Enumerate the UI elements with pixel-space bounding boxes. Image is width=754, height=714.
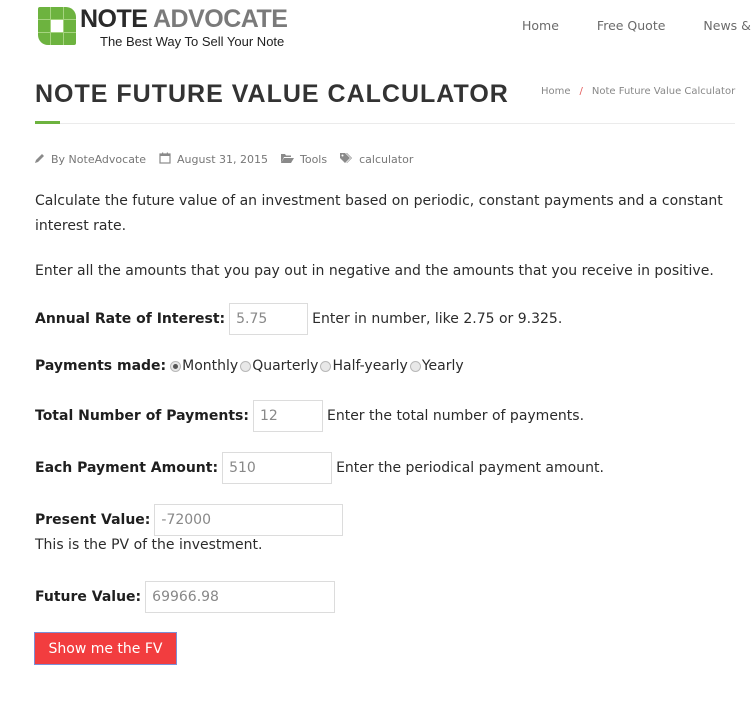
nav-item-free-quote[interactable]: Free Quote bbox=[597, 18, 666, 33]
payments-made-row: Payments made: Monthly Quarterly Half-ye… bbox=[35, 358, 466, 374]
tags-icon bbox=[340, 152, 353, 167]
radio-half-yearly[interactable]: Half-yearly bbox=[320, 358, 408, 374]
future-value-output[interactable] bbox=[145, 581, 336, 613]
logo-mark-icon bbox=[38, 7, 76, 45]
logo-tagline: The Best Way To Sell Your Note bbox=[100, 34, 285, 49]
payment-amount-input[interactable] bbox=[222, 452, 333, 484]
breadcrumb: Home / Note Future Value Calculator bbox=[541, 86, 735, 97]
folder-open-icon bbox=[281, 153, 294, 167]
radio-yearly-label[interactable]: Yearly bbox=[422, 358, 464, 374]
pencil-icon bbox=[34, 153, 45, 167]
radio-yearly[interactable]: Yearly bbox=[409, 358, 464, 374]
radio-half-yearly-button[interactable] bbox=[320, 360, 332, 372]
payments-made-label: Payments made: bbox=[35, 358, 167, 374]
num-payments-row: Total Number of Payments: Enter the tota… bbox=[35, 400, 584, 432]
rate-input[interactable] bbox=[229, 303, 309, 335]
logo-title-note: NOTE bbox=[80, 5, 148, 33]
breadcrumb-separator: / bbox=[579, 86, 583, 97]
radio-yearly-button[interactable] bbox=[409, 360, 421, 372]
payment-amount-row: Each Payment Amount: Enter the periodica… bbox=[35, 452, 604, 484]
logo-title-advocate: ADVOCATE bbox=[152, 5, 288, 33]
logo-title: NOTE ADVOCATE bbox=[80, 5, 288, 33]
breadcrumb-current: Note Future Value Calculator bbox=[591, 86, 736, 97]
future-value-label: Future Value: bbox=[35, 589, 142, 605]
present-value-label: Present Value: bbox=[35, 512, 151, 528]
site-logo[interactable]: NOTE ADVOCATE The Best Way To Sell Your … bbox=[38, 5, 288, 49]
post-date: August 31, 2015 bbox=[177, 153, 268, 166]
payment-amount-label: Each Payment Amount: bbox=[35, 460, 219, 476]
num-payments-hint: Enter the total number of payments. bbox=[326, 408, 585, 424]
calendar-icon bbox=[159, 152, 171, 167]
future-value-row: Future Value: bbox=[35, 581, 336, 613]
num-payments-label: Total Number of Payments: bbox=[35, 408, 249, 424]
nav-item-news[interactable]: News & Re bbox=[703, 18, 754, 33]
present-value-hint: This is the PV of the investment. bbox=[35, 537, 263, 553]
present-value-input[interactable] bbox=[154, 504, 344, 536]
title-divider bbox=[35, 123, 735, 124]
radio-quarterly[interactable]: Quarterly bbox=[240, 358, 318, 374]
site-header: NOTE ADVOCATE The Best Way To Sell Your … bbox=[0, 0, 754, 60]
post-author[interactable]: By NoteAdvocate bbox=[51, 153, 146, 166]
title-accent-bar bbox=[35, 121, 60, 124]
post-meta: By NoteAdvocate August 31, 2015 Tools ca… bbox=[34, 152, 426, 167]
instructions-text: Enter all the amounts that you pay out i… bbox=[35, 263, 714, 279]
post-tag[interactable]: calculator bbox=[359, 153, 413, 166]
radio-monthly-label[interactable]: Monthly bbox=[182, 358, 238, 374]
post-category[interactable]: Tools bbox=[300, 153, 327, 166]
intro-text: Calculate the future value of an investm… bbox=[35, 193, 723, 234]
rate-hint: Enter in number, like 2.75 or 9.325. bbox=[312, 311, 563, 327]
radio-quarterly-label[interactable]: Quarterly bbox=[252, 358, 318, 374]
show-fv-button[interactable]: Show me the FV bbox=[34, 632, 177, 665]
breadcrumb-home[interactable]: Home bbox=[541, 86, 571, 97]
num-payments-input[interactable] bbox=[252, 400, 323, 432]
rate-row: Annual Rate of Interest: Enter in number… bbox=[35, 303, 562, 335]
radio-half-yearly-label[interactable]: Half-yearly bbox=[332, 358, 407, 374]
present-value-row: Present Value: bbox=[35, 504, 344, 536]
page-title: NOTE FUTURE VALUE CALCULATOR bbox=[35, 80, 509, 108]
payment-amount-hint: Enter the periodical payment amount. bbox=[336, 460, 604, 476]
main-nav: Home Free Quote News & Re bbox=[522, 18, 754, 33]
rate-label: Annual Rate of Interest: bbox=[35, 311, 226, 327]
logo-text: NOTE ADVOCATE The Best Way To Sell Your … bbox=[80, 5, 288, 49]
radio-quarterly-button[interactable] bbox=[240, 360, 252, 372]
nav-item-home[interactable]: Home bbox=[522, 18, 559, 33]
radio-monthly[interactable]: Monthly bbox=[170, 358, 238, 374]
radio-monthly-button[interactable] bbox=[170, 360, 182, 372]
